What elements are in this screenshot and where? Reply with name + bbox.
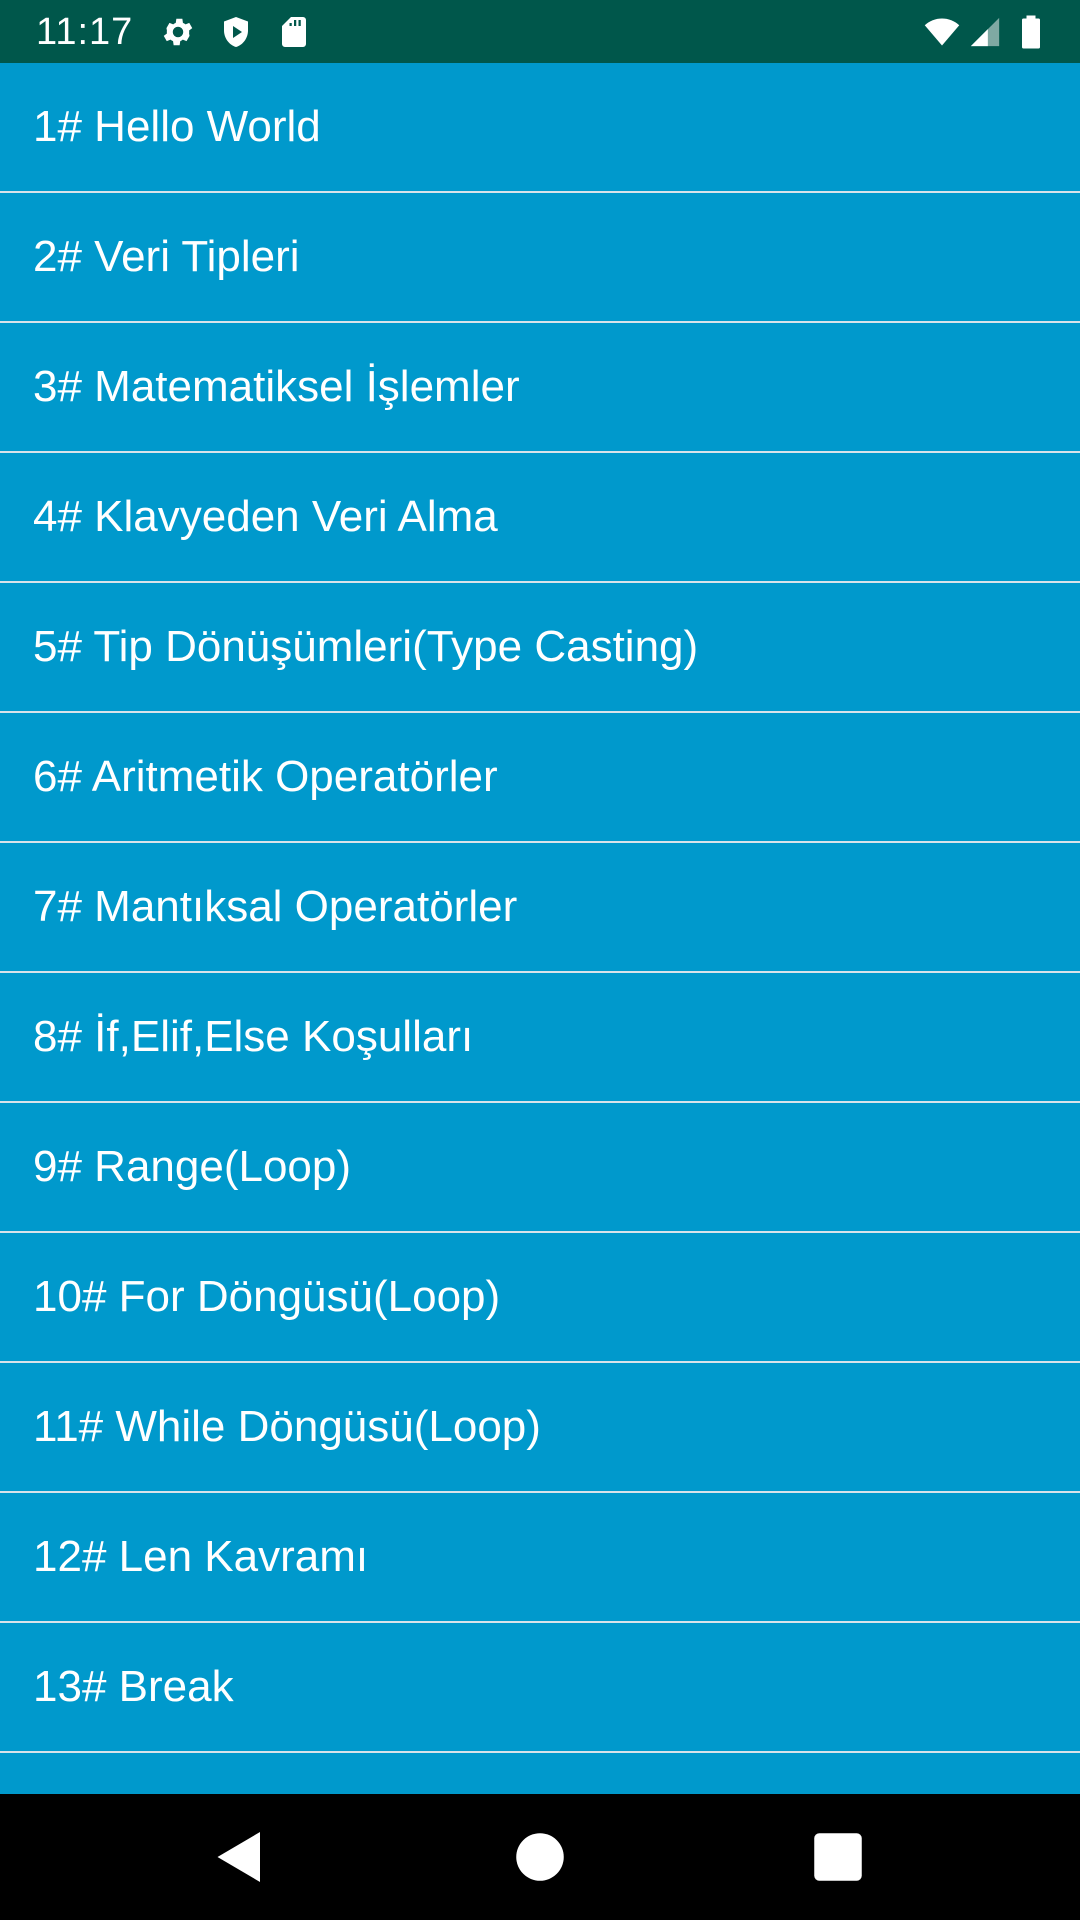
- list-item-label: 1# Hello World: [33, 102, 321, 151]
- wifi-icon: [922, 14, 962, 50]
- list-item[interactable]: 6# Aritmetik Operatörler: [0, 713, 1080, 843]
- list-item-label: 4# Klavyeden Veri Alma: [33, 492, 498, 541]
- list-item[interactable]: 7# Mantıksal Operatörler: [0, 843, 1080, 973]
- list-item-label: 10# For Döngüsü(Loop): [33, 1272, 501, 1321]
- lesson-list[interactable]: 1# Hello World 2# Veri Tipleri 3# Matema…: [0, 63, 1080, 1794]
- list-item[interactable]: 12# Len Kavramı: [0, 1493, 1080, 1623]
- list-item[interactable]: 2# Veri Tipleri: [0, 193, 1080, 323]
- list-item-label: 12# Len Kavramı: [33, 1532, 369, 1581]
- list-item[interactable]: 9# Range(Loop): [0, 1103, 1080, 1233]
- list-item-label: 5# Tip Dönüşümleri(Type Casting): [33, 622, 699, 671]
- list-item[interactable]: 1# Hello World: [0, 63, 1080, 193]
- list-item-label: 8# İf,Elif,Else Koşulları: [33, 1012, 474, 1061]
- list-item[interactable]: 10# For Döngüsü(Loop): [0, 1233, 1080, 1363]
- list-item-label: 2# Veri Tipleri: [33, 232, 300, 281]
- list-item[interactable]: [0, 1753, 1080, 1794]
- status-bar: 11:17: [0, 0, 1080, 63]
- sd-card-icon: [276, 14, 312, 50]
- list-item[interactable]: 13# Break: [0, 1623, 1080, 1753]
- navigation-bar: [0, 1794, 1080, 1920]
- list-item[interactable]: 8# İf,Elif,Else Koşulları: [0, 973, 1080, 1103]
- list-item[interactable]: 4# Klavyeden Veri Alma: [0, 453, 1080, 583]
- battery-icon: [1016, 14, 1046, 50]
- list-item-label: 11# While Döngüsü(Loop): [33, 1402, 541, 1451]
- status-time: 11:17: [36, 11, 134, 53]
- back-icon[interactable]: [210, 1827, 270, 1887]
- list-item[interactable]: 5# Tip Dönüşümleri(Type Casting): [0, 583, 1080, 713]
- list-item-label: 6# Aritmetik Operatörler: [33, 752, 498, 801]
- list-item[interactable]: 11# While Döngüsü(Loop): [0, 1363, 1080, 1493]
- settings-icon: [160, 14, 196, 50]
- recents-icon[interactable]: [808, 1827, 868, 1887]
- shield-icon: [218, 14, 254, 50]
- list-item[interactable]: 3# Matematiksel İşlemler: [0, 323, 1080, 453]
- home-icon[interactable]: [510, 1827, 570, 1887]
- list-item-label: 9# Range(Loop): [33, 1142, 352, 1191]
- list-item-label: 3# Matematiksel İşlemler: [33, 362, 520, 411]
- cell-signal-icon: [968, 14, 1002, 50]
- list-item-label: 7# Mantıksal Operatörler: [33, 882, 518, 931]
- list-item-label: 13# Break: [33, 1662, 234, 1711]
